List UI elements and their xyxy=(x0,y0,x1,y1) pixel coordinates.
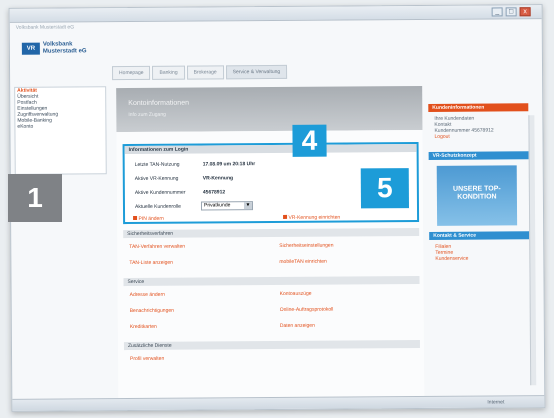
callout-5: 5 xyxy=(360,168,410,209)
section-link[interactable]: Kontoauszüge xyxy=(280,291,312,297)
status-bar: Internet xyxy=(12,395,545,411)
sidebar-item-ekonto[interactable]: eKonto xyxy=(15,123,105,130)
section-link[interactable]: Sicherheitseinstellungen xyxy=(279,243,333,249)
row-value: 17.08.09 um 20:18 Uhr xyxy=(202,161,256,168)
page-title: Kontoinformationen xyxy=(128,99,190,108)
browser-window: _ □ x Volksbank Musterstadt eG VR Volksb… xyxy=(8,4,546,412)
role-select[interactable]: Privatkunde ▼ xyxy=(200,201,254,211)
setup-id-link[interactable]: VR-Kennung einrichten xyxy=(283,215,340,221)
promo-banner[interactable]: UNSERE TOP-KONDITION xyxy=(436,165,518,226)
arrow-icon xyxy=(133,215,138,221)
row-label: Aktive VR-Kennung xyxy=(134,175,179,182)
section-link[interactable]: TAN-Liste anzeigen xyxy=(129,260,173,266)
section-link[interactable]: Adresse ändern xyxy=(130,292,165,298)
contact-link[interactable]: Kundenservice xyxy=(435,255,519,262)
title-bar: _ □ x xyxy=(9,5,542,23)
main-nav: Homepage Banking Brokerage Service & Ver… xyxy=(112,64,288,81)
right-section-heading: VR-Schutzkonzept xyxy=(428,151,529,160)
arrow-icon xyxy=(283,214,288,219)
bank-logo-icon[interactable]: VR xyxy=(21,42,40,55)
section-link[interactable]: Kreditkarten xyxy=(130,324,157,330)
row-value: VR-Kennung xyxy=(202,175,234,182)
row-label: Aktive Kundennummer xyxy=(134,189,186,196)
section-link[interactable]: Benachrichtigungen xyxy=(130,308,174,314)
row-label: Aktuelle Kundenrolle xyxy=(134,203,181,210)
promo-text: UNSERE TOP-KONDITION xyxy=(452,185,501,201)
tab-service[interactable]: Service & Verwaltung xyxy=(225,64,288,80)
section-link[interactable]: TAN-Verfahren verwalten xyxy=(129,244,185,250)
tab-banking[interactable]: Banking xyxy=(152,65,185,80)
page-banner xyxy=(116,85,423,133)
callout-4: 4 xyxy=(292,124,327,157)
section-link[interactable]: Profil verwalten xyxy=(130,356,164,362)
address-text: Volksbank Musterstadt eG xyxy=(15,24,75,31)
change-pin-link[interactable]: PIN ändern xyxy=(133,216,164,222)
section-link[interactable]: mobileTAN einrichten xyxy=(279,259,326,265)
tab-homepage[interactable]: Homepage xyxy=(112,65,151,81)
right-column: Kundeninformationen Ihre Kundendaten Kon… xyxy=(428,103,530,384)
row-value: 45678912 xyxy=(202,189,226,196)
bank-name: Volksbank Musterstadt eG xyxy=(42,41,87,55)
customer-info-box: Ihre Kundendaten Kontakt Kundennummer 45… xyxy=(428,111,524,144)
section-link[interactable]: Online-Auftragsprotokoll xyxy=(280,307,334,313)
callout-1: 1 xyxy=(8,174,62,222)
minimize-button[interactable]: _ xyxy=(491,7,503,17)
logout-link[interactable]: Logout xyxy=(434,133,518,140)
close-button[interactable]: x xyxy=(519,7,531,17)
page-subtitle: Info zum Zugang xyxy=(128,111,166,119)
chevron-down-icon: ▼ xyxy=(243,202,253,210)
login-info-panel: Informationen zum Login Letzte TAN-Nutzu… xyxy=(122,124,420,225)
sidebar: Aktivität Übersicht Postfach Einstellung… xyxy=(14,86,107,175)
tab-brokerage[interactable]: Brokerage xyxy=(186,65,224,80)
zone-label: Internet xyxy=(487,399,505,406)
section-link[interactable]: Daten anzeigen xyxy=(280,323,315,329)
scrollbar[interactable] xyxy=(528,115,537,386)
contact-box: Filialen Termine Kundenservice xyxy=(429,239,525,266)
maximize-button[interactable]: □ xyxy=(505,7,517,17)
panel-heading: Informationen zum Login xyxy=(124,144,417,155)
row-label: Letzte TAN-Nutzung xyxy=(134,161,180,168)
